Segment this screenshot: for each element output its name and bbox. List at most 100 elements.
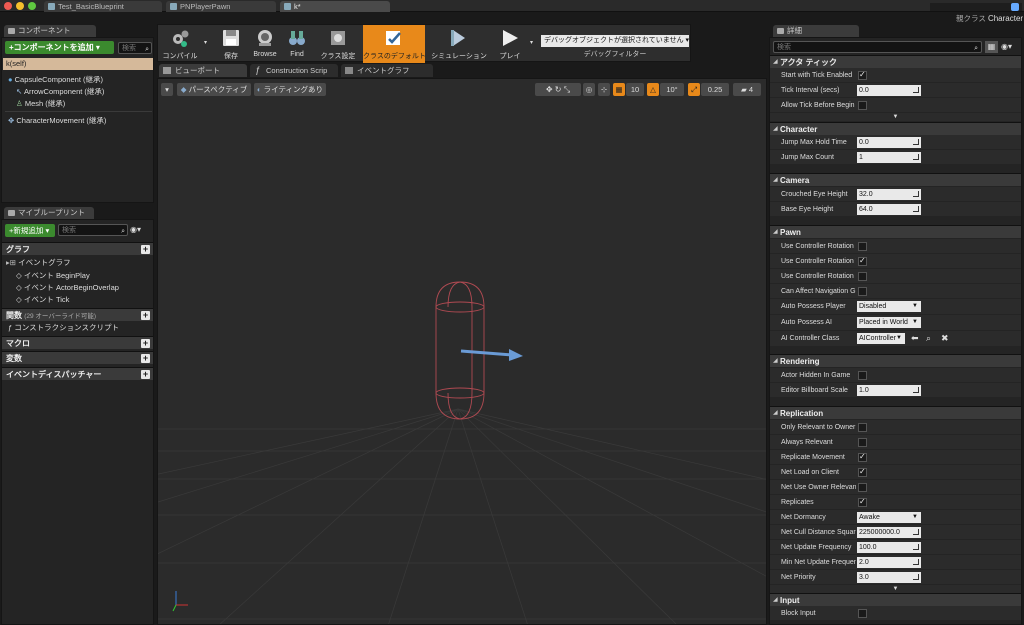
view-options-eye-icon[interactable]: ◉▾	[130, 224, 152, 236]
class-settings-button[interactable]: クラス設定	[316, 25, 360, 63]
myblueprint-search-input[interactable]: 検索 ⌕	[58, 224, 128, 236]
add-dispatcher-button[interactable]: +	[141, 370, 150, 379]
component-capsule[interactable]: ● CapsuleComponent (継承)	[8, 74, 103, 86]
expand-advanced-button[interactable]: ▼	[770, 113, 1021, 121]
section-functions[interactable]: 関数 (29 オーバーライド可能) +	[2, 308, 153, 321]
allow-tick-before-checkbox[interactable]	[858, 101, 867, 110]
net-priority-input[interactable]: 3.0	[857, 572, 921, 583]
camera-speed[interactable]: ▰ 4	[733, 83, 761, 96]
event-beginplay[interactable]: ◇ イベント BeginPlay	[16, 270, 90, 282]
view-options-eye-icon[interactable]: ◉▾	[1001, 41, 1021, 53]
component-character-movement[interactable]: ✥ CharacterMovement (継承)	[8, 115, 106, 127]
ucr-roll-checkbox[interactable]	[858, 272, 867, 281]
net-cull-distance-input[interactable]: 225000000.0	[857, 527, 921, 538]
browse-search-icon[interactable]: ⌕	[926, 333, 931, 344]
zoom-window-button[interactable]	[28, 2, 36, 10]
net-use-owner-checkbox[interactable]	[858, 483, 867, 492]
add-function-button[interactable]: +	[141, 311, 150, 320]
section-actor-tick[interactable]: ◢ アクタ ティック	[770, 55, 1021, 68]
section-character[interactable]: ◢ Character	[770, 122, 1021, 135]
event-actorbeginoverlap[interactable]: ◇ イベント ActorBeginOverlap	[16, 282, 119, 294]
tab-details[interactable]: 詳細	[773, 25, 859, 37]
add-new-button[interactable]: +新規追加 ▾	[5, 224, 55, 237]
crouched-eye-input[interactable]: 32.0	[857, 189, 921, 200]
min-net-update-input[interactable]: 2.0	[857, 557, 921, 568]
net-update-frequency-input[interactable]: 100.0	[857, 542, 921, 553]
tab-myblueprint[interactable]: マイブループリント	[4, 207, 94, 219]
component-mesh[interactable]: ♙ Mesh (継承)	[16, 98, 65, 110]
doc-tab-pnplayerpawn[interactable]: PNPlayerPawn	[166, 1, 276, 12]
compile-options-dropdown[interactable]: ▾	[202, 25, 212, 63]
section-rendering[interactable]: ◢ Rendering	[770, 354, 1021, 367]
viewport-options-dropdown[interactable]: ▾	[161, 83, 173, 96]
rotation-snap-value[interactable]: 10°	[660, 83, 684, 96]
ucr-pitch-checkbox[interactable]	[858, 242, 867, 251]
section-camera[interactable]: ◢ Camera	[770, 173, 1021, 186]
world-local-toggle[interactable]: ◎	[583, 83, 595, 96]
doc-tab-k[interactable]: k*	[280, 1, 390, 12]
close-window-button[interactable]	[4, 2, 12, 10]
grid-snap-toggle[interactable]: ▦	[613, 83, 625, 96]
play-button[interactable]: プレイ	[492, 25, 528, 63]
add-component-button[interactable]: +コンポーネントを追加 ▾	[5, 41, 114, 54]
jump-count-input[interactable]: 1	[857, 152, 921, 163]
compile-button[interactable]: コンパイル	[160, 25, 200, 63]
add-macro-button[interactable]: +	[141, 339, 150, 348]
debug-object-select[interactable]: デバッグオブジェクトが選択されていません ▾	[541, 35, 689, 47]
actor-hidden-checkbox[interactable]	[858, 371, 867, 380]
minimize-window-button[interactable]	[16, 2, 24, 10]
component-self[interactable]: k(self)	[3, 58, 153, 70]
simulation-button[interactable]: シミュレーション	[430, 25, 488, 63]
section-dispatchers[interactable]: イベントディスパッチャー +	[2, 367, 153, 380]
tab-construction-script[interactable]: ƒ Construction Scrip	[250, 64, 338, 77]
scale-snap-value[interactable]: 0.25	[701, 83, 729, 96]
auto-possess-player-select[interactable]: Disabled ▼	[857, 301, 921, 312]
event-graph-item[interactable]: ▸⊞ イベントグラフ	[6, 257, 71, 269]
use-selected-arrow-icon[interactable]: ⬅	[911, 333, 919, 344]
class-defaults-button[interactable]: クラスのデフォルト	[363, 25, 426, 63]
grid-size-value[interactable]: 10	[626, 83, 644, 96]
section-input[interactable]: ◢ Input	[770, 593, 1021, 606]
section-pawn[interactable]: ◢ Pawn	[770, 225, 1021, 238]
ai-controller-class-select[interactable]: AIController ▼	[857, 333, 905, 344]
section-macros[interactable]: マクロ +	[2, 336, 153, 349]
find-button[interactable]: Find	[282, 25, 312, 63]
section-replication[interactable]: ◢ Replication	[770, 406, 1021, 419]
expand-advanced-button[interactable]: ▼	[770, 585, 1021, 593]
ucr-yaw-checkbox[interactable]	[858, 256, 867, 266]
save-button[interactable]: 保存	[214, 25, 248, 63]
scale-snap-toggle[interactable]: ⤢	[688, 83, 700, 96]
tab-event-graph[interactable]: イベントグラフ	[341, 64, 433, 77]
surface-snap-toggle[interactable]: ⊹	[598, 83, 610, 96]
replicate-movement-checkbox[interactable]	[858, 452, 867, 462]
perspective-button[interactable]: ◆ パースペクティブ	[177, 83, 251, 96]
section-variables[interactable]: 変数 +	[2, 351, 153, 364]
net-dormancy-select[interactable]: Awake ▼	[857, 512, 921, 523]
always-relevant-checkbox[interactable]	[858, 438, 867, 447]
components-search-input[interactable]: 検索 ⌕	[118, 42, 152, 54]
net-load-client-checkbox[interactable]	[858, 467, 867, 477]
start-with-tick-checkbox[interactable]	[858, 70, 867, 80]
viewport[interactable]: ▾ ◆ パースペクティブ ◐ ライティングあり ✥ ↻ ⤡ ◎ ⊹ ▦ 10 △…	[157, 78, 767, 625]
auto-possess-ai-select[interactable]: Placed in World ▼	[857, 317, 921, 328]
billboard-scale-input[interactable]: 1.0	[857, 385, 921, 396]
lighting-button[interactable]: ◐ ライティングあり	[254, 83, 326, 96]
tick-interval-input[interactable]: 0.0	[857, 85, 921, 96]
add-variable-button[interactable]: +	[141, 354, 150, 363]
details-search-input[interactable]: 検索 ⌕	[773, 41, 982, 53]
construction-script-item[interactable]: ƒ コンストラクションスクリプト	[8, 322, 119, 334]
replicates-checkbox[interactable]	[858, 497, 867, 507]
block-input-checkbox[interactable]	[858, 609, 867, 618]
component-arrow[interactable]: ↖ ArrowComponent (継承)	[16, 86, 104, 98]
tab-viewport[interactable]: ビューポート	[159, 64, 247, 77]
section-graph[interactable]: グラフ +	[2, 242, 153, 255]
base-eye-input[interactable]: 64.0	[857, 204, 921, 215]
play-options-dropdown[interactable]: ▾	[529, 25, 539, 63]
rotation-snap-toggle[interactable]: △	[647, 83, 659, 96]
only-relevant-owner-checkbox[interactable]	[858, 423, 867, 432]
transform-tools[interactable]: ✥ ↻ ⤡	[535, 83, 581, 96]
can-affect-nav-checkbox[interactable]	[858, 287, 867, 296]
clear-x-icon[interactable]: ✖	[941, 333, 949, 344]
doc-tab-test-basic[interactable]: Test_BasicBlueprint	[44, 1, 162, 12]
property-matrix-button[interactable]: ▦	[985, 41, 998, 53]
